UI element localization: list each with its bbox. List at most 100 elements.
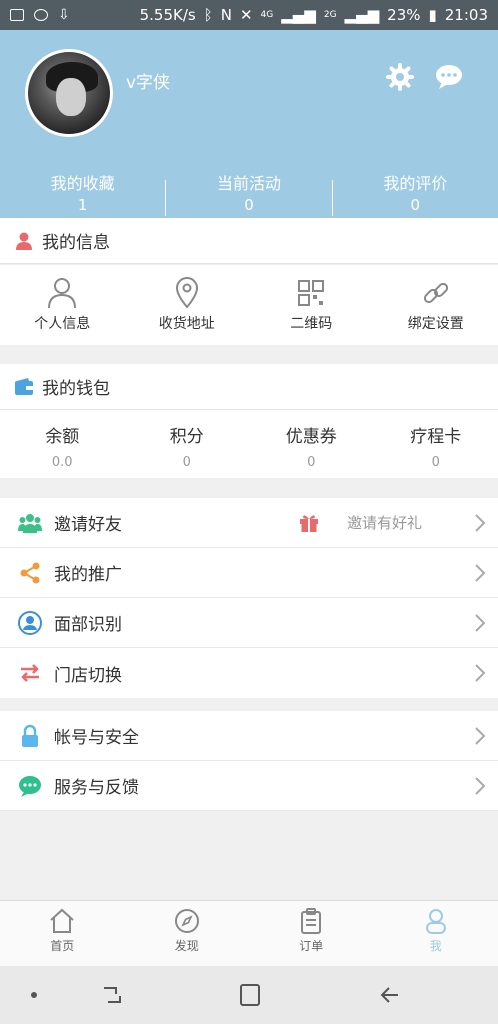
tab-home[interactable]: 首页 <box>0 901 125 966</box>
person-icon <box>16 232 32 250</box>
person-outline-icon <box>48 278 77 309</box>
clock: 21:03 <box>444 6 488 24</box>
back-icon[interactable] <box>380 987 398 1003</box>
grid-label: 二维码 <box>290 316 333 332</box>
menu-list-2: 帐号与安全 服务与反馈 <box>0 711 498 811</box>
grid-label: 收货地址 <box>158 316 215 332</box>
invite-friends-row[interactable]: 邀请好友 邀请有好礼 <box>0 498 498 548</box>
gear-icon[interactable] <box>386 63 414 91</box>
invite-reward-text: 邀请有好礼 <box>346 514 422 532</box>
signal-4g-label: 4G <box>260 10 274 20</box>
lock-icon <box>22 724 38 747</box>
username[interactable]: v字侠 <box>126 68 170 93</box>
group-icon <box>18 513 42 533</box>
gift-icon <box>300 515 318 532</box>
stat-favorites[interactable]: 我的收藏 1 <box>0 170 165 218</box>
grid-label: 个人信息 <box>34 316 91 332</box>
signal-icon-2: ▂▄▆ <box>344 6 380 24</box>
download-notification-icon: ⇩ <box>58 7 70 23</box>
wallet-label: 优惠券 <box>285 427 337 447</box>
stat-label: 我的收藏 <box>50 174 115 193</box>
status-bar: ⇩ 5.55K/s ᛒ N ✕ 4G ▂▄▆ 2G ▂▄▆ 23% ▮ 21:0… <box>0 0 498 30</box>
recents-icon[interactable] <box>104 987 121 1003</box>
qr-code-item[interactable]: 二维码 <box>249 265 374 345</box>
personal-info-item[interactable]: 个人信息 <box>0 265 125 345</box>
wallet-icon <box>15 377 33 395</box>
wallet-label: 积分 <box>169 427 204 447</box>
wallet-header: 我的钱包 <box>0 364 498 410</box>
row-label: 面部识别 <box>54 615 122 635</box>
home-icon <box>50 908 74 933</box>
wallet-title: 我的钱包 <box>42 379 110 399</box>
tab-label: 我 <box>429 939 442 953</box>
my-info-header: 我的信息 <box>0 218 498 264</box>
user-icon <box>425 909 446 934</box>
wallet-value: 0 <box>182 455 191 470</box>
signal-icon: ▂▄▆ <box>281 6 316 24</box>
network-speed: 5.55K/s <box>139 6 196 24</box>
qr-code-icon <box>298 280 325 306</box>
menu-list-1: 邀请好友 邀请有好礼 我的推广 面部识别 门店切换 <box>0 498 498 698</box>
wallet-value: 0.0 <box>51 455 73 470</box>
tab-label: 订单 <box>299 939 324 953</box>
chevron-right-icon <box>475 727 486 745</box>
profile-header: v字侠 我的收藏 1 当前活动 0 我的评价 0 <box>0 30 498 218</box>
row-label: 帐号与安全 <box>54 728 139 748</box>
home-button-icon[interactable] <box>240 984 260 1006</box>
treatment-card-item[interactable]: 疗程卡 0 <box>374 410 498 478</box>
face-id-icon <box>18 610 42 635</box>
wallet-value: 0 <box>307 455 316 470</box>
tab-label: 发现 <box>174 939 199 953</box>
nav-dot-icon[interactable] <box>31 992 37 998</box>
tab-orders[interactable]: 订单 <box>249 901 374 966</box>
mute-icon: ✕ <box>239 6 253 24</box>
system-nav-bar <box>0 966 498 1024</box>
account-security-row[interactable]: 帐号与安全 <box>0 711 498 761</box>
chevron-right-icon <box>475 514 486 532</box>
chat-bubble-icon <box>19 775 41 797</box>
swap-icon <box>21 664 39 682</box>
tab-label: 首页 <box>50 939 75 953</box>
stat-label: 我的评价 <box>383 174 448 193</box>
coupons-item[interactable]: 优惠券 0 <box>249 410 374 478</box>
planet-notification-icon <box>34 9 48 21</box>
store-switch-row[interactable]: 门店切换 <box>0 648 498 698</box>
wallet-label: 余额 <box>45 427 80 447</box>
row-label: 邀请好友 <box>54 515 122 535</box>
share-icon <box>20 562 40 583</box>
wallet-value: 0 <box>431 455 440 470</box>
row-label: 服务与反馈 <box>54 778 139 798</box>
gallery-notification-icon <box>10 9 24 21</box>
my-promotion-row[interactable]: 我的推广 <box>0 548 498 598</box>
wallet-grid: 余额 0.0 积分 0 优惠券 0 疗程卡 0 <box>0 410 498 478</box>
service-feedback-row[interactable]: 服务与反馈 <box>0 761 498 811</box>
battery-icon: ▮ <box>428 6 437 24</box>
signal-2g-label: 2G <box>323 10 337 20</box>
bluetooth-icon: ᛒ <box>203 6 213 24</box>
tab-me[interactable]: 我 <box>374 901 498 966</box>
row-label: 门店切换 <box>54 665 122 686</box>
avatar[interactable] <box>25 49 113 137</box>
stat-reviews[interactable]: 我的评价 0 <box>333 170 498 218</box>
message-icon[interactable] <box>434 63 464 91</box>
chevron-right-icon <box>475 777 486 795</box>
stat-current-activity[interactable]: 当前活动 0 <box>166 170 331 218</box>
battery-level: 23% <box>387 6 421 24</box>
row-label: 我的推广 <box>54 565 122 585</box>
compass-icon <box>174 909 199 933</box>
shipping-address-item[interactable]: 收货地址 <box>125 265 250 345</box>
grid-label: 绑定设置 <box>407 316 464 332</box>
stat-value: 1 <box>77 196 88 214</box>
nav-buttons <box>31 984 398 1006</box>
stats-bar: 我的收藏 1 当前活动 0 我的评价 0 <box>0 170 498 218</box>
points-item[interactable]: 积分 0 <box>125 410 250 478</box>
nfc-icon: N <box>220 6 232 24</box>
my-info-title: 我的信息 <box>42 233 110 253</box>
chevron-right-icon <box>475 664 486 682</box>
tab-discover[interactable]: 发现 <box>125 901 250 966</box>
face-recognition-row[interactable]: 面部识别 <box>0 598 498 648</box>
status-right: 5.55K/s ᛒ N ✕ 4G ▂▄▆ 2G ▂▄▆ 23% ▮ 21:03 <box>140 6 488 24</box>
binding-settings-item[interactable]: 绑定设置 <box>374 265 498 345</box>
chevron-right-icon <box>475 614 486 632</box>
balance-item[interactable]: 余额 0.0 <box>0 410 125 478</box>
